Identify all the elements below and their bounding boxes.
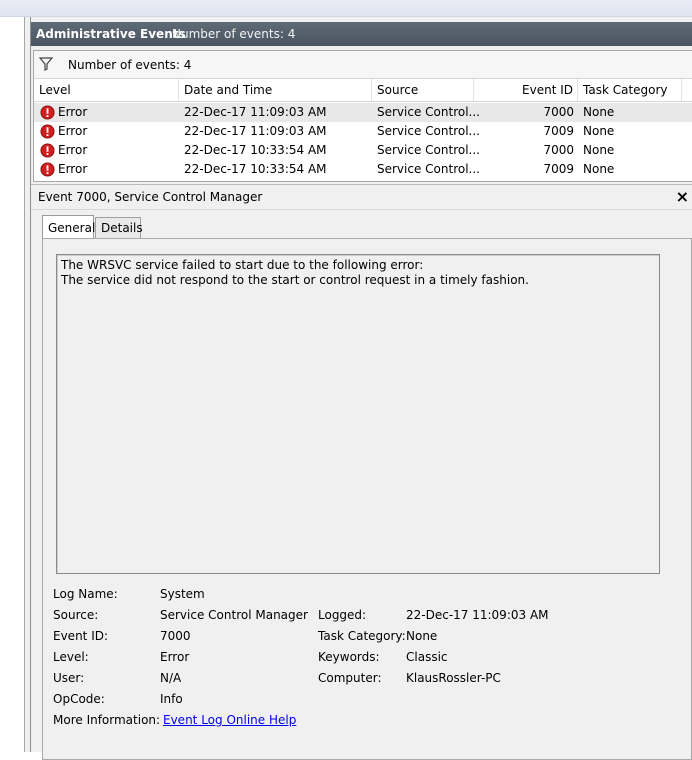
user-label: User:	[53, 671, 85, 685]
source-value: Service Control Manager	[160, 608, 308, 622]
cell-source: Service Control...	[377, 105, 480, 119]
user-value: N/A	[160, 671, 182, 685]
cell-task-category: None	[583, 162, 615, 176]
error-circle-icon	[40, 143, 55, 158]
filter-bar: Number of events: 4	[34, 51, 692, 79]
column-header-date-time[interactable]: Date and Time	[179, 79, 372, 101]
opcode-value: Info	[160, 692, 183, 706]
event-id-value: 7000	[160, 629, 191, 643]
table-row[interactable]: Error 22-Dec-17 10:33:54 AM Service Cont…	[34, 141, 692, 160]
events-list[interactable]: Number of events: 4 Level Date and Time …	[33, 50, 692, 182]
close-icon[interactable]: ×	[676, 187, 689, 206]
cell-event-id: 7000	[543, 105, 574, 119]
cell-task-category: None	[583, 124, 615, 138]
table-row[interactable]: Error 22-Dec-17 10:33:54 AM Service Cont…	[34, 160, 692, 179]
error-circle-icon	[40, 105, 55, 120]
logged-label: Logged:	[318, 608, 367, 622]
keywords-label: Keywords:	[318, 650, 380, 664]
description-line-2: The service did not respond to the start…	[61, 273, 529, 287]
cell-level: Error	[58, 162, 88, 176]
table-row[interactable]: Error 22-Dec-17 11:09:03 AM Service Cont…	[34, 122, 692, 141]
event-detail-title: Event 7000, Service Control Manager	[38, 190, 263, 204]
general-tab-panel: The WRSVC service failed to start due to…	[42, 238, 692, 760]
cell-task-category: None	[583, 143, 615, 157]
column-header-event-id[interactable]: Event ID	[474, 79, 578, 101]
events-pane: Administrative Events Number of events: …	[30, 17, 692, 760]
task-category-value: None	[406, 629, 438, 643]
navigation-tree-pane[interactable]	[0, 17, 25, 752]
cell-date-time: 22-Dec-17 11:09:03 AM	[184, 105, 327, 119]
cell-date-time: 22-Dec-17 10:33:54 AM	[184, 143, 327, 157]
column-header-task-category[interactable]: Task Category	[578, 79, 682, 101]
task-category-label: Task Category:	[318, 629, 406, 643]
view-title: Administrative Events	[36, 27, 186, 41]
computer-label: Computer:	[318, 671, 382, 685]
error-circle-icon	[40, 124, 55, 139]
logged-value: 22-Dec-17 11:09:03 AM	[406, 608, 549, 622]
computer-value: KlausRossler-PC	[406, 671, 501, 685]
view-event-count: Number of events: 4	[172, 27, 296, 41]
tab-details[interactable]: Details	[95, 217, 143, 238]
event-description-box[interactable]: The WRSVC service failed to start due to…	[56, 254, 660, 574]
column-header-level[interactable]: Level	[34, 79, 179, 101]
cell-source: Service Control...	[377, 143, 480, 157]
cell-level: Error	[58, 124, 88, 138]
opcode-label: OpCode:	[53, 692, 105, 706]
cell-event-id: 7000	[543, 143, 574, 157]
column-header-row: Level Date and Time Source Event ID Task…	[34, 79, 692, 102]
cell-source: Service Control...	[377, 124, 480, 138]
filter-count-text: Number of events: 4	[68, 58, 192, 72]
more-information-label: More Information:	[53, 713, 161, 727]
cell-level: Error	[58, 105, 88, 119]
description-line-1: The WRSVC service failed to start due to…	[61, 258, 424, 272]
cell-source: Service Control...	[377, 162, 480, 176]
column-header-source[interactable]: Source	[372, 79, 474, 101]
log-name-label: Log Name:	[53, 587, 118, 601]
level-label: Level:	[53, 650, 89, 664]
event-detail-header: Event 7000, Service Control Manager ×	[31, 184, 692, 210]
event-log-online-help-link[interactable]: Event Log Online Help	[163, 713, 296, 727]
cell-level: Error	[58, 143, 88, 157]
filter-funnel-icon[interactable]	[39, 57, 53, 71]
tab-general[interactable]: General	[42, 215, 95, 238]
level-value: Error	[160, 650, 190, 664]
table-row[interactable]: Error 22-Dec-17 11:09:03 AM Service Cont…	[34, 103, 692, 122]
cell-event-id: 7009	[543, 162, 574, 176]
keywords-value: Classic	[406, 650, 448, 664]
source-label: Source:	[53, 608, 99, 622]
cell-event-id: 7009	[543, 124, 574, 138]
cell-date-time: 22-Dec-17 10:33:54 AM	[184, 162, 327, 176]
event-id-label: Event ID:	[53, 629, 109, 643]
log-name-value: System	[160, 587, 205, 601]
view-header: Administrative Events Number of events: …	[31, 22, 692, 46]
cell-date-time: 22-Dec-17 11:09:03 AM	[184, 124, 327, 138]
error-circle-icon	[40, 162, 55, 177]
top-toolbar-band	[0, 0, 692, 17]
cell-task-category: None	[583, 105, 615, 119]
